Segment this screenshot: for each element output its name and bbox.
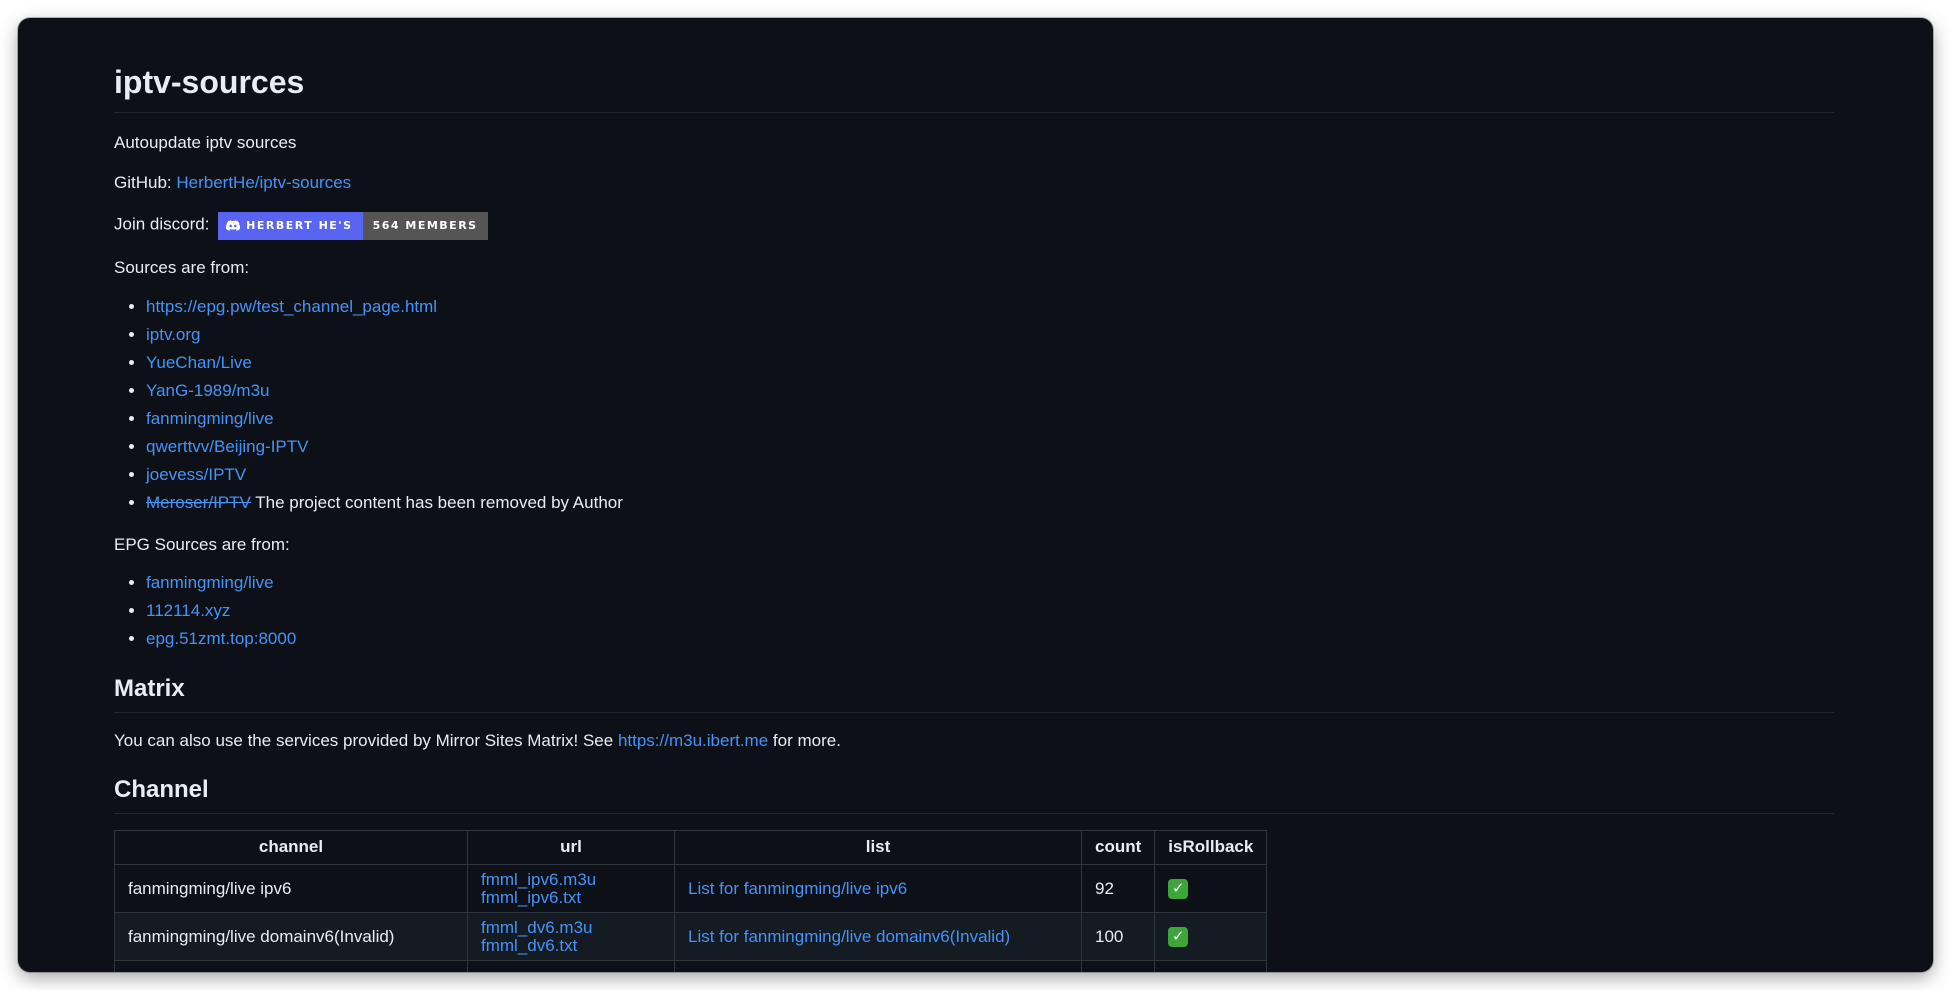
discord-badge[interactable]: HERBERT HE'S 564 MEMBERS (218, 211, 488, 240)
matrix-text-after: for more. (768, 731, 841, 751)
table-row: fanmingming/live ipv6 fmml_ipv6.m3u fmml… (114, 864, 1268, 914)
m3u-link[interactable]: fmml_dv6.m3u (481, 918, 592, 937)
source-link[interactable]: YanG-1989/m3u (146, 381, 269, 400)
matrix-text: You can also use the services provided b… (114, 729, 1834, 754)
sources-list: https://epg.pw/test_channel_page.html ip… (114, 293, 1834, 517)
column-header-channel: channel (114, 830, 468, 866)
table-cell (674, 960, 1082, 972)
list-item: fanmingming/live (146, 569, 1834, 597)
txt-link[interactable]: fmml_dv6.txt (481, 936, 577, 955)
epg-heading: EPG Sources are from: (114, 534, 290, 554)
github-label: GitHub: (114, 173, 172, 193)
m3u-link[interactable]: fmml_ipv6.m3u (481, 870, 596, 889)
table-cell (1080, 960, 1156, 972)
url-cell: fmml_ipv6.m3u fmml_ipv6.txt (467, 864, 675, 914)
channel-heading: Channel (114, 774, 1834, 815)
epg-link[interactable]: 112114.xyz (146, 601, 230, 620)
check-icon: ✓ (1168, 926, 1189, 947)
removed-note: The project content has been removed by … (255, 492, 623, 512)
list-item: joevess/IPTV (146, 461, 1834, 489)
list-cell: List for fanmingming/live ipv6 (674, 864, 1082, 914)
channel-table: channel url list count isRollback fanmin… (114, 830, 1268, 972)
table-cell (467, 960, 675, 972)
discord-label: Join discord: (114, 214, 210, 234)
column-header-isrollback: isRollback (1154, 830, 1268, 866)
column-header-list: list (674, 830, 1082, 866)
epg-list: fanmingming/live 112114.xyz epg.51zmt.to… (114, 569, 1834, 653)
list-item: fanmingming/live (146, 405, 1834, 433)
source-link[interactable]: https://epg.pw/test_channel_page.html (146, 297, 437, 316)
url-cell: fmml_dv6.m3u fmml_dv6.txt (467, 912, 675, 962)
epg-link[interactable]: fanmingming/live (146, 573, 274, 592)
source-link[interactable]: joevess/IPTV (146, 465, 246, 484)
matrix-link[interactable]: https://m3u.ibert.me (618, 731, 768, 750)
matrix-heading: Matrix (114, 673, 1834, 714)
list-item: 112114.xyz (146, 597, 1834, 625)
list-item: epg.51zmt.top:8000 (146, 625, 1834, 653)
table-cell (114, 960, 468, 972)
discord-icon (226, 220, 241, 232)
list-item: YueChan/Live (146, 349, 1834, 377)
list-item: Meroser/IPTV The project content has bee… (146, 489, 1834, 517)
column-header-count: count (1080, 830, 1156, 866)
github-line: GitHub: HerbertHe/iptv-sources (114, 171, 1834, 196)
count-cell: 100 (1080, 912, 1156, 962)
list-link[interactable]: List for fanmingming/live domainv6(Inval… (688, 927, 1010, 946)
rollback-cell: ✓ (1154, 864, 1268, 914)
discord-line: Join discord: HERBERT HE'S 564 MEMBERS (114, 211, 1834, 240)
check-icon: ✓ (1168, 878, 1189, 899)
list-item: iptv.org (146, 321, 1834, 349)
description: Autoupdate iptv sources (114, 132, 297, 152)
source-link[interactable]: fanmingming/live (146, 409, 274, 428)
source-link[interactable]: YueChan/Live (146, 353, 252, 372)
browser-window: iptv-sources Autoupdate iptv sources Git… (18, 18, 1933, 972)
column-header-url: url (467, 830, 675, 866)
list-link[interactable]: List for fanmingming/live ipv6 (688, 879, 907, 898)
channel-cell: fanmingming/live ipv6 (114, 864, 468, 914)
table-row (114, 960, 1268, 972)
table-cell (1154, 960, 1268, 972)
discord-badge-left: HERBERT HE'S (218, 211, 363, 240)
removed-source-link[interactable]: Meroser/IPTV (146, 493, 251, 512)
page-title: iptv-sources (114, 62, 1834, 113)
rollback-cell: ✓ (1154, 912, 1268, 962)
matrix-text-before: You can also use the services provided b… (114, 731, 618, 751)
source-link[interactable]: qwerttvv/Beijing-IPTV (146, 437, 309, 456)
epg-link[interactable]: epg.51zmt.top:8000 (146, 629, 296, 648)
source-link[interactable]: iptv.org (146, 325, 201, 344)
txt-link[interactable]: fmml_ipv6.txt (481, 888, 581, 907)
list-item: https://epg.pw/test_channel_page.html (146, 293, 1834, 321)
table-header-row: channel url list count isRollback (114, 830, 1268, 866)
count-cell: 92 (1080, 864, 1156, 914)
channel-cell: fanmingming/live domainv6(Invalid) (114, 912, 468, 962)
list-item: YanG-1989/m3u (146, 377, 1834, 405)
discord-server-name: HERBERT HE'S (246, 218, 353, 232)
table-row: fanmingming/live domainv6(Invalid) fmml_… (114, 912, 1268, 962)
readme-content: iptv-sources Autoupdate iptv sources Git… (114, 18, 1834, 972)
list-item: qwerttvv/Beijing-IPTV (146, 433, 1834, 461)
github-repo-link[interactable]: HerbertHe/iptv-sources (176, 173, 351, 192)
list-cell: List for fanmingming/live domainv6(Inval… (674, 912, 1082, 962)
discord-badge-right: 564 MEMBERS (362, 211, 488, 240)
sources-heading: Sources are from: (114, 257, 250, 277)
